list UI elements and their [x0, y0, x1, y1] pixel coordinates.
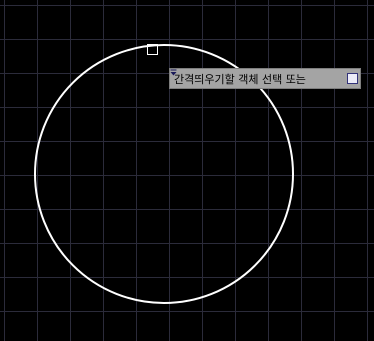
grid-lines — [0, 0, 374, 341]
command-prompt-tooltip: 간격띄우기할 객체 선택 또는 — [169, 68, 361, 89]
drawing-canvas[interactable]: 간격띄우기할 객체 선택 또는 — [0, 0, 374, 341]
prompt-text: 간격띄우기할 객체 선택 또는 — [174, 72, 306, 86]
drawing-svg[interactable] — [0, 0, 374, 341]
arrow-down-icon[interactable] — [170, 69, 358, 84]
